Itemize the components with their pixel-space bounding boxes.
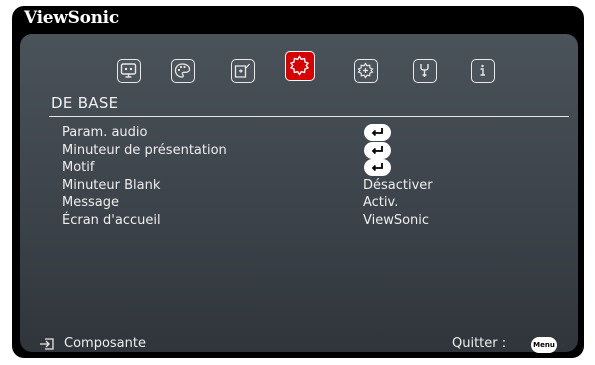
brand-logo: ViewSonic — [24, 8, 119, 28]
setting-row-pattern[interactable]: Motif — [62, 159, 562, 178]
setting-label: Message — [62, 195, 119, 210]
title-divider — [49, 116, 569, 117]
setting-label: Param. audio — [62, 125, 148, 140]
input-source-icon — [40, 338, 54, 350]
source-icon — [234, 63, 250, 78]
setting-label: Écran d'accueil — [62, 212, 161, 228]
enter-button[interactable] — [364, 124, 391, 141]
tab-picture[interactable] — [171, 59, 195, 83]
information-icon — [480, 64, 485, 76]
picture-icon — [174, 63, 191, 78]
menu-button[interactable]: Menu — [531, 337, 557, 353]
setting-row-presentation-timer[interactable]: Minuteur de présentation — [62, 141, 562, 161]
tab-source[interactable] — [231, 59, 255, 83]
enter-button[interactable] — [364, 159, 391, 176]
tab-display[interactable] — [117, 59, 141, 83]
setting-row-message[interactable]: Message Activ. — [62, 195, 562, 213]
enter-icon — [371, 128, 383, 137]
setting-row-blank-timer[interactable]: Minuteur Blank Désactiver — [62, 178, 562, 196]
setting-row-audio[interactable]: Param. audio — [62, 124, 562, 143]
display-icon — [120, 63, 137, 78]
system-icon — [420, 64, 429, 77]
advanced-settings-icon — [357, 62, 374, 79]
setting-label: Motif — [62, 160, 95, 175]
tab-information[interactable] — [471, 59, 495, 83]
setting-value[interactable]: Activ. — [363, 195, 398, 211]
setting-label: Minuteur Blank — [62, 177, 161, 193]
setting-label: Minuteur de présentation — [62, 142, 227, 158]
tab-system[interactable] — [413, 59, 437, 83]
settings-list: Param. audio Minuteur de présentation Mo… — [62, 124, 562, 231]
basic-settings-icon — [289, 55, 310, 76]
tab-title: DE BASE — [51, 94, 119, 112]
enter-icon — [371, 145, 383, 154]
tab-advanced[interactable] — [354, 59, 378, 83]
tab-basic[interactable] — [285, 51, 315, 81]
setting-value[interactable]: Désactiver — [363, 178, 433, 194]
enter-button[interactable] — [364, 141, 391, 159]
setting-value[interactable]: ViewSonic — [363, 213, 429, 229]
current-source: Composante — [64, 336, 146, 351]
quit-label: Quitter : — [452, 336, 507, 351]
setting-row-splash-screen[interactable]: Écran d'accueil ViewSonic — [62, 213, 562, 231]
enter-icon — [371, 163, 383, 172]
